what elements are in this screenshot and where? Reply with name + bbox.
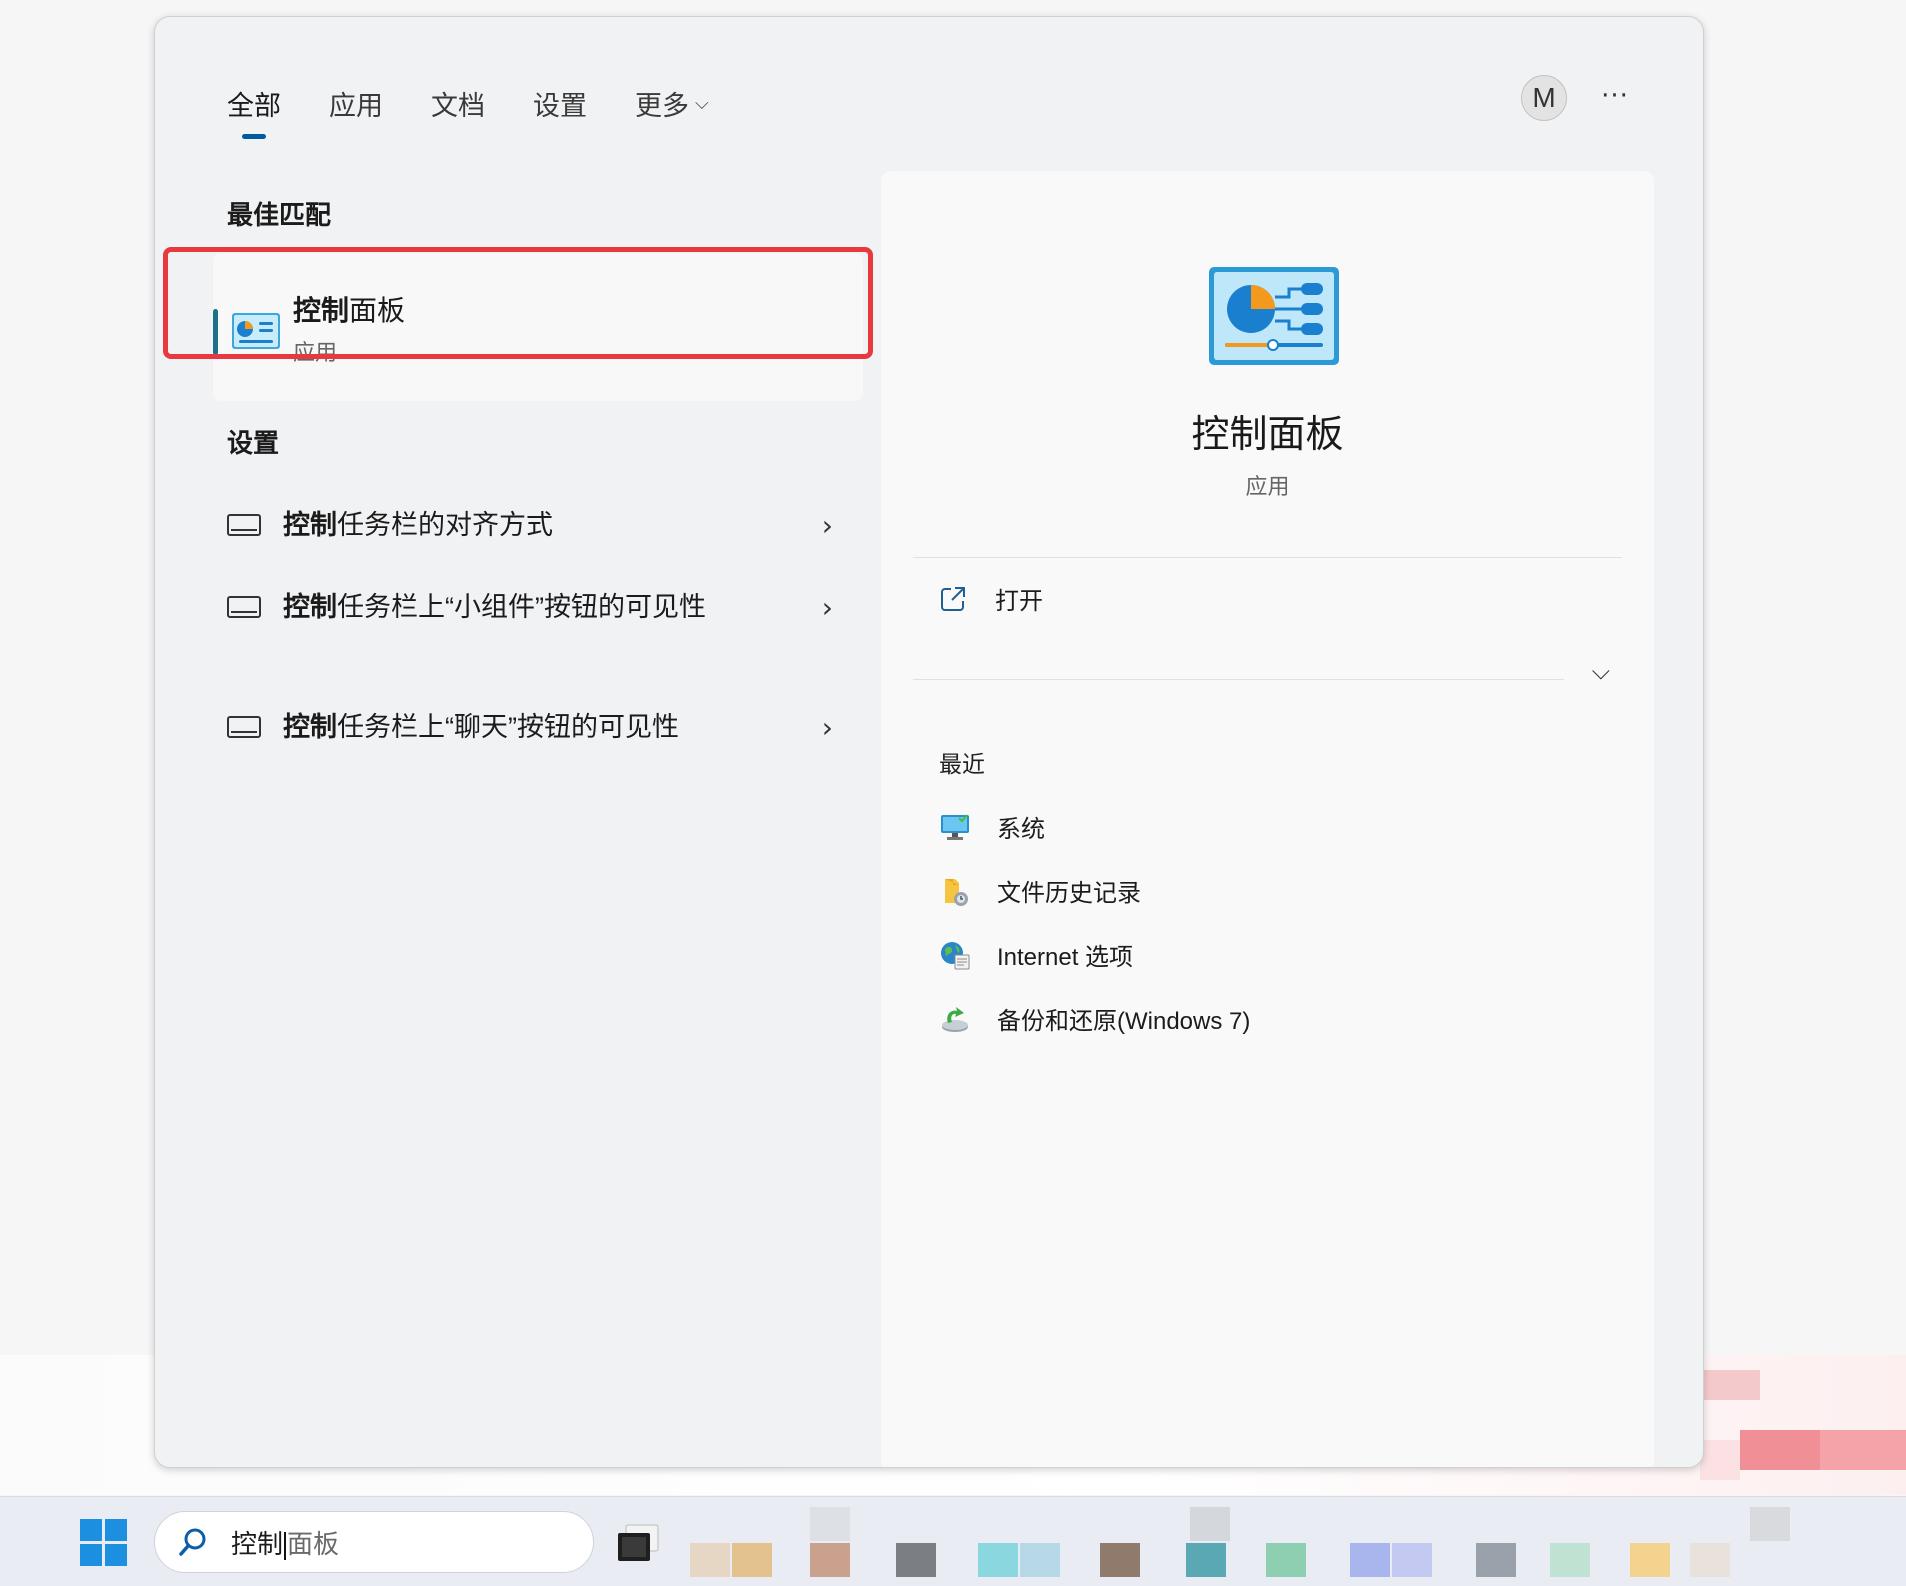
blurred-desktop-area — [1700, 1370, 1906, 1480]
best-match-heading: 最佳匹配 — [227, 200, 332, 230]
open-external-icon — [941, 586, 965, 611]
file-history-icon — [945, 878, 968, 906]
account-avatar[interactable]: M — [1521, 75, 1567, 121]
recent-item-backup-restore[interactable]: 备份和还原(Windows 7) — [939, 1001, 1250, 1036]
expand-chevron-icon[interactable]: ⌵ — [1592, 657, 1610, 685]
control-panel-large-icon — [1209, 267, 1339, 365]
search-icon — [179, 1528, 206, 1556]
divider — [913, 679, 1564, 680]
recent-item-label: 文件历史记录 — [997, 880, 1141, 907]
search-input[interactable]: 控制 面板 — [231, 1524, 339, 1561]
tab-documents[interactable]: 文档 — [431, 83, 485, 123]
red-highlight-box — [163, 247, 873, 359]
detail-app-title: 控制面板 — [1191, 414, 1344, 456]
search-tabs: 全部 应用 文档 设置 更多 ⌵ — [227, 83, 757, 147]
setting-item-label: 控制任务栏上“小组件”按钮的可见性 — [283, 592, 706, 622]
recent-heading: 最近 — [939, 752, 985, 778]
taskbar-icon — [227, 514, 261, 536]
task-view-icon[interactable] — [616, 1523, 662, 1563]
windows-start-icon[interactable] — [80, 1519, 128, 1567]
blurred-taskbar-apps — [690, 1507, 1906, 1586]
detail-app-type: 应用 — [1245, 475, 1290, 500]
more-options-button[interactable]: ··· — [1595, 81, 1635, 115]
setting-item-label: 控制任务栏上“聊天”按钮的可见性 — [283, 712, 679, 742]
tab-all[interactable]: 全部 — [227, 83, 281, 123]
recent-item-label: Internet 选项 — [997, 944, 1134, 971]
taskbar-icon — [227, 596, 261, 618]
recent-item-file-history[interactable]: 文件历史记录 — [939, 873, 1141, 908]
tab-more[interactable]: 更多 ⌵ — [635, 83, 709, 123]
open-action[interactable]: 打开 — [939, 581, 1043, 616]
recent-item-internet-options[interactable]: Internet 选项 — [939, 937, 1133, 972]
setting-item-widgets-visibility[interactable]: 控制任务栏上“小组件”按钮的可见性 › — [227, 587, 847, 627]
chevron-down-icon: ⌵ — [695, 92, 709, 113]
search-panel: 全部 应用 文档 设置 更多 ⌵ M ··· 最佳匹配 控制面板 应用 设置 控制… — [154, 16, 1704, 1468]
tab-settings[interactable]: 设置 — [533, 83, 587, 123]
divider — [913, 557, 1622, 558]
taskbar-search-box[interactable]: 控制 面板 — [154, 1511, 594, 1573]
setting-item-taskbar-alignment[interactable]: 控制任务栏的对齐方式 › — [227, 505, 847, 545]
tab-apps[interactable]: 应用 — [329, 83, 383, 123]
chevron-right-icon: › — [821, 590, 833, 624]
recent-item-label: 备份和还原(Windows 7) — [997, 1008, 1251, 1035]
setting-item-label: 控制任务栏的对齐方式 — [283, 510, 553, 540]
settings-heading: 设置 — [227, 428, 280, 458]
backup-restore-icon — [942, 1006, 968, 1032]
system-monitor-icon — [941, 813, 969, 840]
chevron-right-icon: › — [821, 710, 833, 744]
recent-item-label: 系统 — [997, 816, 1045, 843]
recent-item-system[interactable]: 系统 — [939, 809, 1045, 844]
taskbar-icon — [227, 716, 261, 738]
internet-options-icon — [941, 941, 970, 969]
taskbar: 控制 面板 — [0, 1496, 1906, 1586]
detail-pane: 控制面板 应用 打开 ⌵ 最近 系统 文件历史记录 Internet 选项 备份… — [881, 171, 1654, 1467]
chevron-right-icon: › — [821, 508, 833, 542]
open-label: 打开 — [995, 587, 1043, 615]
setting-item-chat-visibility[interactable]: 控制任务栏上“聊天”按钮的可见性 › — [227, 707, 847, 747]
